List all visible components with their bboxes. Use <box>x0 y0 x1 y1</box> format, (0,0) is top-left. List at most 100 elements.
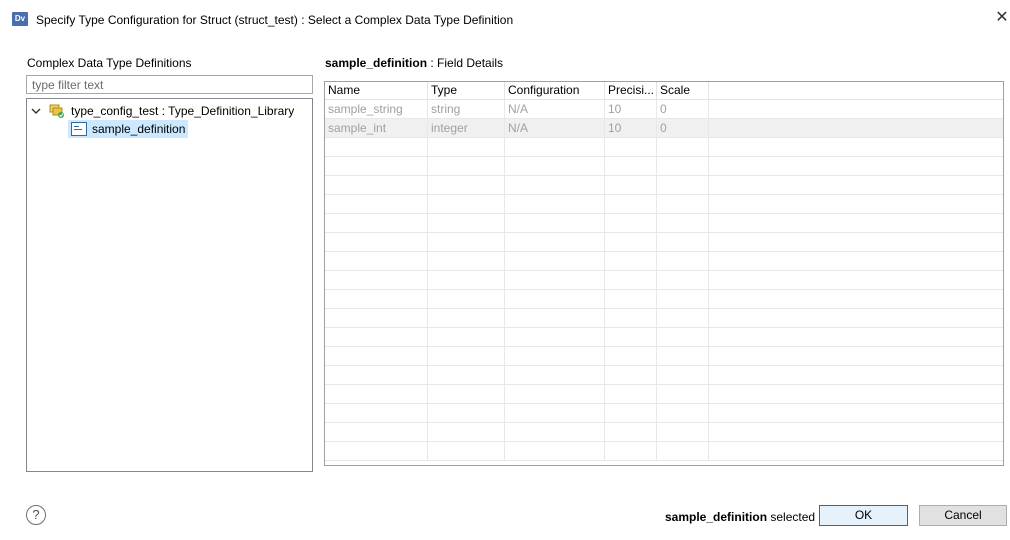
empty-table-cell <box>657 442 709 460</box>
empty-table-cell <box>325 404 428 422</box>
empty-table-cell <box>505 157 605 175</box>
empty-table-cell <box>428 366 505 384</box>
empty-table-cell <box>428 195 505 213</box>
library-label: type_config_test : Type_Definition_Libra… <box>71 104 295 118</box>
selection-status: sample_definition selected <box>665 510 815 524</box>
empty-table-row <box>325 423 1003 442</box>
empty-table-cell <box>657 195 709 213</box>
empty-table-cell <box>325 157 428 175</box>
empty-table-cell <box>657 157 709 175</box>
empty-table-cell <box>605 404 657 422</box>
table-cell: 0 <box>657 100 709 118</box>
empty-table-cell <box>428 157 505 175</box>
empty-table-cell <box>605 157 657 175</box>
tree-item-sample-definition[interactable]: sample_definition <box>68 120 188 138</box>
definitions-label: Complex Data Type Definitions <box>27 56 192 70</box>
empty-table-cell <box>657 290 709 308</box>
empty-table-cell <box>605 138 657 156</box>
ok-button[interactable]: OK <box>819 505 908 526</box>
help-icon[interactable]: ? <box>26 505 46 525</box>
title-bar: Dv Specify Type Configuration for Struct… <box>0 0 1010 40</box>
empty-table-cell <box>325 176 428 194</box>
table-cell: sample_string <box>325 100 428 118</box>
empty-table-cell <box>505 138 605 156</box>
empty-table-cell <box>325 328 428 346</box>
definitions-tree[interactable]: type_config_test : Type_Definition_Libra… <box>26 98 313 472</box>
empty-table-cell <box>428 176 505 194</box>
empty-table-cell <box>657 423 709 441</box>
empty-table-cell <box>505 195 605 213</box>
chevron-down-icon[interactable] <box>30 104 42 118</box>
empty-table-cell <box>605 442 657 460</box>
field-details-table[interactable]: Name Type Configuration Precisi... Scale… <box>324 81 1004 466</box>
empty-table-cell <box>657 347 709 365</box>
empty-table-cell <box>428 347 505 365</box>
empty-table-cell <box>325 252 428 270</box>
empty-table-row <box>325 233 1003 252</box>
empty-table-cell <box>657 309 709 327</box>
table-row[interactable]: sample_int integer N/A 10 0 <box>325 119 1003 138</box>
filter-input[interactable] <box>26 75 313 94</box>
column-header-scale[interactable]: Scale <box>657 82 709 99</box>
empty-table-cell <box>325 347 428 365</box>
empty-table-cell <box>325 214 428 232</box>
empty-table-cell <box>505 290 605 308</box>
empty-table-cell <box>605 385 657 403</box>
empty-table-cell <box>605 233 657 251</box>
table-row[interactable]: sample_string string N/A 10 0 <box>325 100 1003 119</box>
empty-table-cell <box>428 252 505 270</box>
empty-table-cell <box>657 138 709 156</box>
empty-table-cell <box>505 309 605 327</box>
empty-table-cell <box>657 385 709 403</box>
library-icon <box>49 103 65 119</box>
field-details-title: sample_definition : Field Details <box>325 56 503 70</box>
table-cell: integer <box>428 119 505 137</box>
empty-table-cell <box>657 404 709 422</box>
empty-table-cell <box>657 214 709 232</box>
empty-table-cell <box>428 271 505 289</box>
empty-table-cell <box>325 195 428 213</box>
empty-table-cell <box>428 328 505 346</box>
empty-table-row <box>325 442 1003 461</box>
empty-table-cell <box>505 233 605 251</box>
empty-table-cell <box>605 195 657 213</box>
empty-table-cell <box>505 176 605 194</box>
tree-item-library[interactable]: type_config_test : Type_Definition_Libra… <box>27 102 312 120</box>
empty-table-cell <box>505 252 605 270</box>
definition-icon <box>71 122 87 136</box>
window-title: Specify Type Configuration for Struct (s… <box>36 13 514 27</box>
empty-table-cell <box>605 423 657 441</box>
column-header-name[interactable]: Name <box>325 82 428 99</box>
column-header-configuration[interactable]: Configuration <box>505 82 605 99</box>
empty-table-cell <box>325 366 428 384</box>
empty-table-cell <box>428 404 505 422</box>
empty-table-row <box>325 214 1003 233</box>
empty-table-cell <box>505 366 605 384</box>
cancel-button[interactable]: Cancel <box>919 505 1007 526</box>
empty-table-cell <box>325 138 428 156</box>
field-details-suffix: : Field Details <box>427 56 504 70</box>
table-cell: N/A <box>505 100 605 118</box>
empty-table-cell <box>657 252 709 270</box>
table-cell: 10 <box>605 119 657 137</box>
empty-table-cell <box>428 423 505 441</box>
empty-table-cell <box>605 347 657 365</box>
table-cell: 0 <box>657 119 709 137</box>
empty-table-row <box>325 138 1003 157</box>
empty-table-row <box>325 176 1003 195</box>
empty-table-row <box>325 195 1003 214</box>
close-icon[interactable]: ✕ <box>994 9 1010 27</box>
empty-table-cell <box>657 233 709 251</box>
empty-table-cell <box>428 385 505 403</box>
column-header-type[interactable]: Type <box>428 82 505 99</box>
empty-table-cell <box>505 385 605 403</box>
empty-table-row <box>325 385 1003 404</box>
empty-table-cell <box>505 404 605 422</box>
empty-table-cell <box>657 271 709 289</box>
empty-table-cell <box>505 442 605 460</box>
empty-table-cell <box>428 233 505 251</box>
empty-table-cell <box>325 290 428 308</box>
empty-table-cell <box>428 309 505 327</box>
column-header-precision[interactable]: Precisi... <box>605 82 657 99</box>
empty-table-cell <box>605 328 657 346</box>
